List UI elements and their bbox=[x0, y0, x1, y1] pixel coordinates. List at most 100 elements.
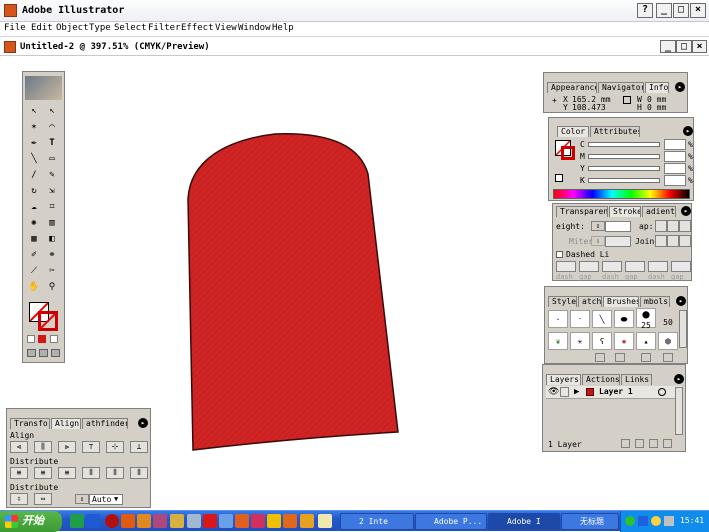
distribute-right-button[interactable]: ⦀ bbox=[130, 467, 148, 479]
lock-toggle[interactable] bbox=[560, 387, 569, 397]
distribute-bottom-button[interactable]: ≡ bbox=[58, 467, 76, 479]
tab-symbols[interactable]: mbols bbox=[640, 296, 670, 307]
chevron-down-icon[interactable]: ▼ bbox=[114, 495, 118, 503]
delete-brush-icon[interactable] bbox=[663, 353, 673, 362]
expand-arrow-icon[interactable]: ▶ bbox=[574, 387, 579, 397]
align-center-h-button[interactable]: ⫼ bbox=[34, 441, 52, 453]
slice-tool-icon[interactable]: ⟋ bbox=[27, 264, 41, 278]
quicklaunch-icon-6[interactable] bbox=[153, 514, 167, 528]
brush-leaf[interactable]: ❦ bbox=[548, 332, 568, 350]
quicklaunch-icon-3[interactable] bbox=[105, 514, 119, 528]
quicklaunch-icon-11[interactable] bbox=[235, 514, 249, 528]
new-layer-icon[interactable] bbox=[649, 439, 658, 448]
new-brush-icon[interactable] bbox=[641, 353, 651, 362]
magenta-field[interactable] bbox=[664, 151, 686, 162]
delete-layer-icon[interactable] bbox=[663, 439, 672, 448]
brush-charcoal[interactable]: ▴ bbox=[636, 332, 656, 350]
panel-menu-icon[interactable]: ▸ bbox=[675, 82, 685, 92]
menu-object[interactable]: Object bbox=[56, 23, 89, 33]
free-transform-tool-icon[interactable]: ⌗ bbox=[45, 200, 59, 214]
layer-name[interactable]: Layer 1 bbox=[599, 387, 633, 396]
target-icon[interactable] bbox=[658, 388, 666, 396]
align-left-button[interactable]: ⫷ bbox=[10, 441, 28, 453]
brush-options-icon[interactable] bbox=[615, 353, 625, 362]
distribute-top-button[interactable]: ≡ bbox=[10, 467, 28, 479]
gap-field-1[interactable] bbox=[579, 261, 599, 272]
clock[interactable]: 15:41 bbox=[680, 511, 704, 531]
align-right-button[interactable]: ⫸ bbox=[58, 441, 76, 453]
brush-dot-tiny[interactable]: ˑ bbox=[570, 310, 590, 328]
taskbar-button-untitled[interactable]: 无标题 bbox=[561, 513, 619, 530]
bevel-join-button[interactable] bbox=[679, 235, 691, 247]
round-join-button[interactable] bbox=[667, 235, 679, 247]
quicklaunch-icon-5[interactable] bbox=[137, 514, 151, 528]
distribute-center-v-button[interactable]: ≡ bbox=[34, 467, 52, 479]
tab-navigator[interactable]: Navigator bbox=[598, 82, 644, 93]
graph-tool-icon[interactable]: ▥ bbox=[45, 216, 59, 230]
symbol-sprayer-tool-icon[interactable]: ✺ bbox=[27, 216, 41, 230]
brush-round-25[interactable]: ● 25 bbox=[636, 308, 656, 330]
tab-layers[interactable]: Layers bbox=[546, 374, 581, 385]
pencil-tool-icon[interactable]: ✎ bbox=[45, 168, 59, 182]
rectangle-tool-icon[interactable]: ▭ bbox=[45, 152, 59, 166]
menu-select[interactable]: Select bbox=[114, 23, 147, 33]
tab-appearance[interactable]: Appearance bbox=[547, 82, 597, 93]
warp-tool-icon[interactable]: ☁ bbox=[27, 200, 41, 214]
tab-align[interactable]: Align bbox=[51, 418, 81, 429]
tab-links[interactable]: Links bbox=[621, 374, 652, 385]
menu-filter[interactable]: Filter bbox=[148, 23, 181, 33]
paintbrush-tool-icon[interactable]: ∕ bbox=[27, 168, 41, 182]
layer-row[interactable]: 👁 ▶ Layer 1 bbox=[546, 386, 682, 399]
hand-tool-icon[interactable]: ✋ bbox=[27, 280, 41, 294]
stroke-swatch[interactable] bbox=[38, 311, 58, 331]
make-clipping-mask-icon[interactable] bbox=[621, 439, 630, 448]
quicklaunch-icon-4[interactable] bbox=[121, 514, 135, 528]
cyan-slider[interactable] bbox=[588, 142, 660, 147]
screen-mode-full-icon[interactable] bbox=[51, 349, 60, 357]
taskbar-button-photoshop[interactable]: Adobe P... bbox=[415, 513, 487, 530]
tab-transparency[interactable]: Transparenc bbox=[556, 206, 608, 217]
rotate-tool-icon[interactable]: ↻ bbox=[27, 184, 41, 198]
dash-field-3[interactable] bbox=[648, 261, 668, 272]
none-swatch[interactable] bbox=[555, 174, 563, 182]
dash-field-1[interactable] bbox=[556, 261, 576, 272]
remove-brush-stroke-icon[interactable] bbox=[595, 353, 605, 362]
red-rounded-shape[interactable] bbox=[187, 133, 399, 451]
menu-edit[interactable]: Edit bbox=[31, 23, 53, 33]
weight-field[interactable] bbox=[605, 221, 631, 232]
spacing-stepper[interactable]: ⇕ bbox=[75, 494, 89, 504]
menu-view[interactable]: View bbox=[215, 23, 237, 33]
miter-join-button[interactable] bbox=[655, 235, 667, 247]
color-mode-icon[interactable] bbox=[27, 335, 35, 343]
doc-close-button[interactable]: × bbox=[692, 40, 707, 53]
quicklaunch-icon-10[interactable] bbox=[219, 514, 233, 528]
align-top-button[interactable]: ⊤ bbox=[82, 441, 100, 453]
magic-wand-tool-icon[interactable]: ✶ bbox=[27, 120, 41, 134]
yellow-slider[interactable] bbox=[588, 166, 660, 171]
panel-menu-icon[interactable]: ▸ bbox=[674, 374, 684, 384]
brush-blob[interactable]: ⬢ bbox=[658, 332, 678, 350]
start-button[interactable]: 开始 bbox=[0, 511, 62, 532]
dash-field-2[interactable] bbox=[602, 261, 622, 272]
tab-gradient[interactable]: adient bbox=[642, 206, 676, 217]
distribute-center-h-button[interactable]: ⦀ bbox=[106, 467, 124, 479]
tab-swatches[interactable]: atche bbox=[578, 296, 602, 307]
quicklaunch-icon-2[interactable] bbox=[86, 514, 100, 528]
tray-icon-3[interactable] bbox=[651, 516, 661, 526]
menu-file[interactable]: File bbox=[4, 23, 26, 33]
brush-oval[interactable]: ⬬ bbox=[614, 310, 634, 328]
menu-window[interactable]: Window bbox=[238, 23, 271, 33]
tray-icon-2[interactable] bbox=[638, 516, 648, 526]
quicklaunch-icon-12[interactable] bbox=[251, 514, 265, 528]
panel-menu-icon[interactable]: ▸ bbox=[138, 418, 148, 428]
gradient-tool-icon[interactable]: ◧ bbox=[45, 232, 59, 246]
round-cap-button[interactable] bbox=[667, 220, 679, 232]
lasso-tool-icon[interactable]: ⌒ bbox=[45, 120, 59, 134]
brush-star[interactable]: ✳ bbox=[570, 332, 590, 350]
align-center-v-button[interactable]: ⊹ bbox=[106, 441, 124, 453]
pen-tool-icon[interactable]: ✒ bbox=[27, 136, 41, 150]
visibility-eye-icon[interactable]: 👁 bbox=[548, 387, 559, 397]
screen-mode-standard-icon[interactable] bbox=[27, 349, 36, 357]
black-slider[interactable] bbox=[588, 178, 660, 183]
speaker-icon[interactable] bbox=[664, 516, 674, 526]
